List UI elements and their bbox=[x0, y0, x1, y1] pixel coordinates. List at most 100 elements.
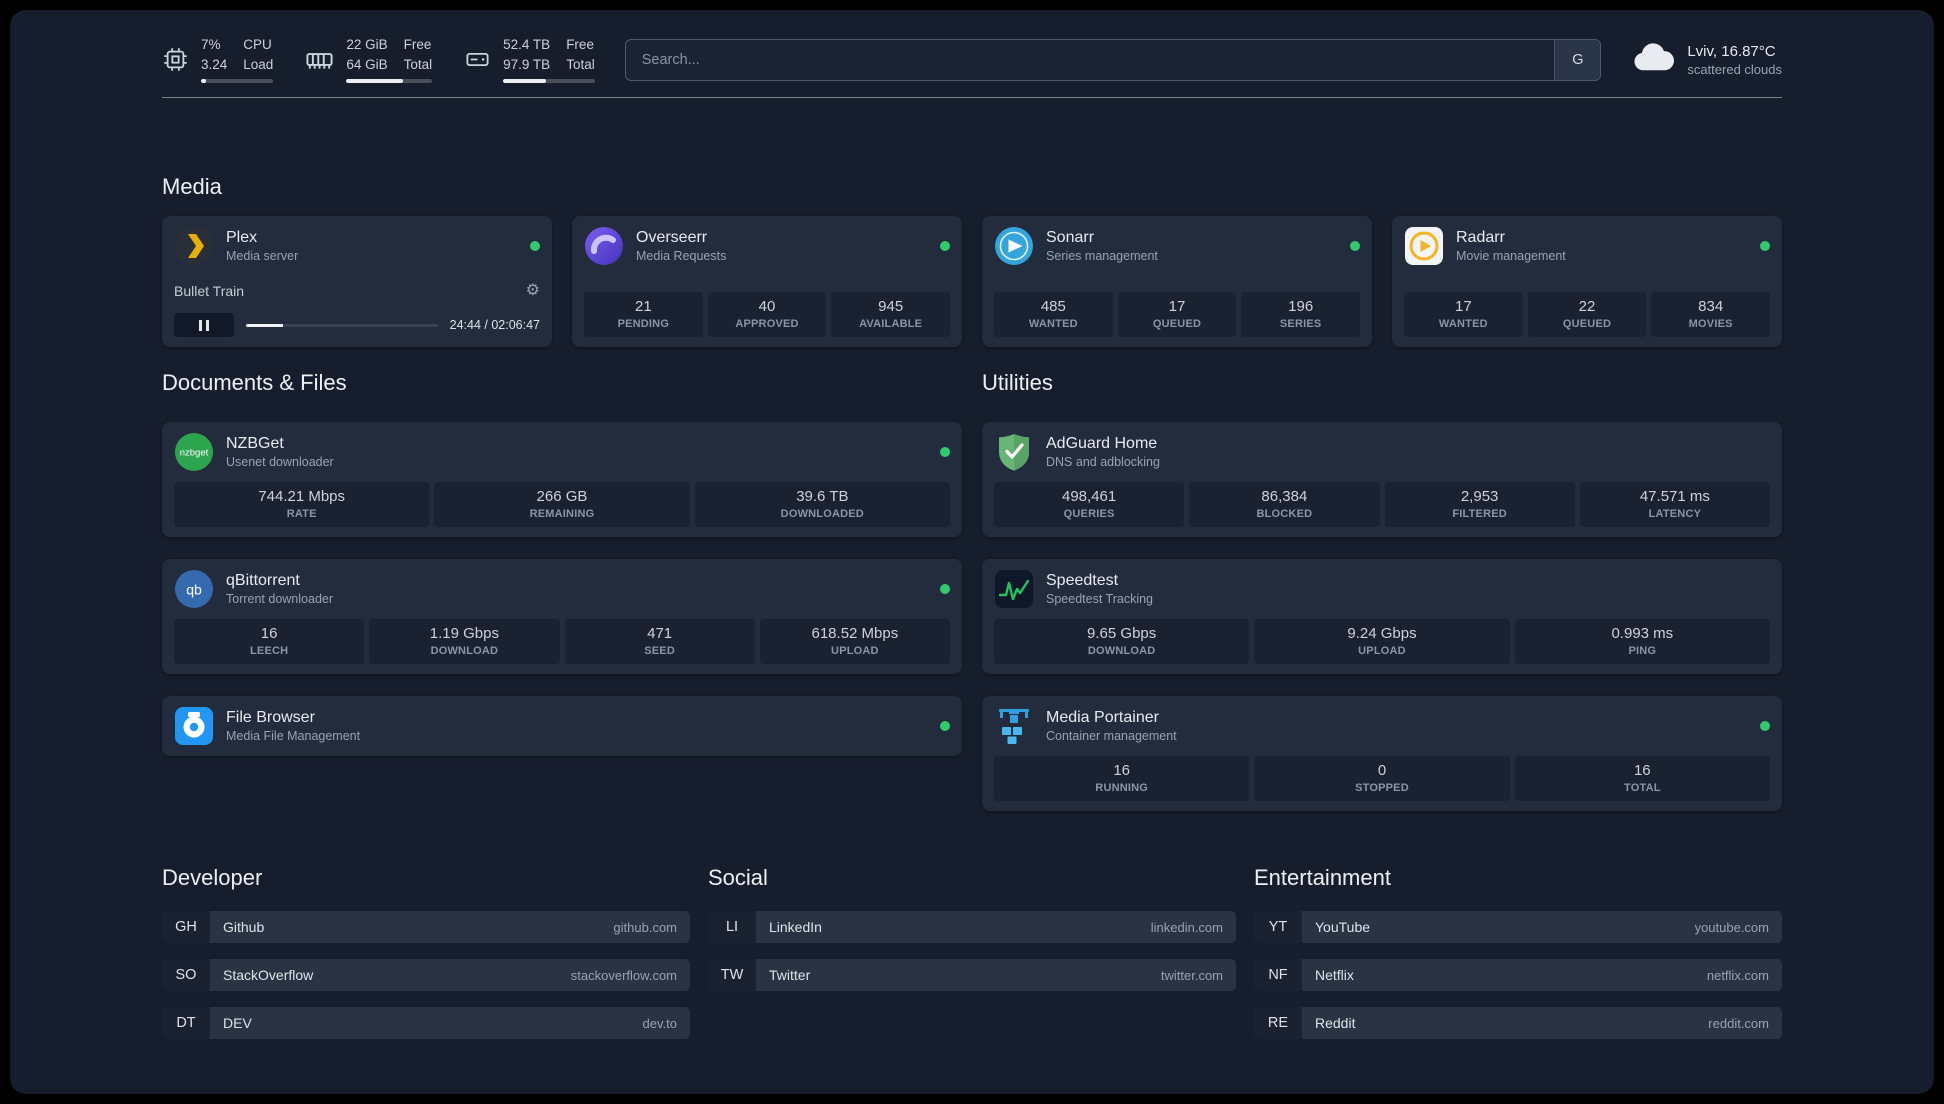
topbar: 7% 3.24 CPU Load 22 GiB 64 GiB Free Tota… bbox=[162, 36, 1782, 84]
service-desc: Usenet downloader bbox=[226, 455, 334, 470]
resource-widgets: 7% 3.24 CPU Load 22 GiB 64 GiB Free Tota… bbox=[162, 36, 595, 84]
bookmark-linkedin[interactable]: LI LinkedIn linkedin.com bbox=[708, 911, 1236, 944]
service-name: Sonarr bbox=[1046, 229, 1095, 247]
stat-tile: 485 WANTED bbox=[994, 292, 1113, 338]
service-name: Radarr bbox=[1456, 229, 1505, 247]
status-dot bbox=[1760, 721, 1770, 732]
search-provider-button[interactable]: G bbox=[1554, 39, 1601, 80]
speedtest-icon bbox=[994, 569, 1034, 609]
stat-tile: 16 RUNNING bbox=[994, 756, 1250, 802]
utilities-column: Utilities AdGuard Home DNS and adblockin… bbox=[982, 370, 1782, 812]
playback-progress-fill bbox=[246, 323, 284, 327]
service-desc: Movie management bbox=[1456, 249, 1566, 264]
bookmark-github[interactable]: GH Github github.com bbox=[162, 911, 690, 944]
stat-tile: 9.65 Gbps DOWNLOAD bbox=[994, 619, 1250, 665]
nzbget-card[interactable]: nzbget NZBGet Usenet downloader 744.21 M… bbox=[162, 422, 962, 538]
adguard-stats: 498,461 QUERIES 86,384 BLOCKED 2,953 FILTER… bbox=[994, 482, 1770, 528]
status-dot bbox=[940, 721, 950, 732]
service-name: qBittorrent bbox=[226, 572, 300, 590]
cloud-icon bbox=[1631, 42, 1675, 78]
stat-tile: 266 GB REMAINING bbox=[434, 482, 690, 528]
service-name: Speedtest bbox=[1046, 572, 1119, 590]
cpu-values: 7% 3.24 bbox=[201, 37, 228, 72]
settings-gear-icon[interactable]: ⚙ bbox=[526, 282, 540, 299]
topbar-divider bbox=[162, 97, 1782, 99]
portainer-card[interactable]: Media Portainer Container management 16 R… bbox=[982, 696, 1782, 812]
bookmark-youtube[interactable]: YT YouTube youtube.com bbox=[1254, 911, 1782, 944]
playback-progress-bar bbox=[246, 323, 438, 327]
service-desc: Series management bbox=[1046, 249, 1158, 264]
radarr-stats: 17 WANTED 22 QUEUED 834 MOVIES bbox=[1404, 292, 1771, 338]
service-desc: Torrent downloader bbox=[226, 592, 334, 607]
stat-tile: 21 PENDING bbox=[584, 292, 703, 338]
qbittorrent-stats: 16 LEECH 1.19 Gbps DOWNLOAD 471 SEED 618.52… bbox=[174, 619, 950, 665]
overseerr-card[interactable]: Overseerr Media Requests 21 PENDING 40 APP… bbox=[572, 216, 962, 348]
disk-labels: Free Total bbox=[566, 37, 595, 72]
service-name: Plex bbox=[226, 229, 258, 247]
stat-tile: 744.21 Mbps RATE bbox=[174, 482, 430, 528]
sonarr-stats: 485 WANTED 17 QUEUED 196 SERIES bbox=[994, 292, 1361, 338]
stat-tile: 22 QUEUED bbox=[1527, 292, 1647, 338]
media-player: 24:44 / 02:06:47 bbox=[174, 313, 540, 338]
speedtest-card[interactable]: Speedtest Speedtest Tracking 9.65 Gbps DO… bbox=[982, 559, 1782, 675]
bookmark-dev[interactable]: DT DEV dev.to bbox=[162, 1007, 690, 1040]
media-grid: Plex Media server Bullet Train ⚙ 24:44 /… bbox=[162, 216, 1782, 348]
cpu-usage-fill bbox=[201, 79, 207, 84]
bookmark-stackoverflow[interactable]: SO StackOverflow stackoverflow.com bbox=[162, 959, 690, 992]
radarr-card[interactable]: Radarr Movie management 17 WANTED 22 QUEUE… bbox=[1392, 216, 1782, 348]
status-dot bbox=[940, 241, 950, 252]
disk-widget: 52.4 TB 97.9 TB Free Total bbox=[464, 36, 595, 84]
weather-condition: scattered clouds bbox=[1687, 61, 1782, 77]
developer-column: Developer GH Github github.com SO StackOv… bbox=[162, 865, 690, 1055]
bookmark-twitter[interactable]: TW Twitter twitter.com bbox=[708, 959, 1236, 992]
disk-usage-bar bbox=[503, 79, 595, 84]
cpu-icon bbox=[162, 46, 189, 73]
status-dot bbox=[940, 584, 950, 595]
stat-tile: 47.571 ms LATENCY bbox=[1579, 482, 1770, 528]
status-dot bbox=[940, 447, 950, 458]
portainer-stats: 16 RUNNING 0 STOPPED 16 TOTAL bbox=[994, 756, 1770, 802]
bookmarks-section: Developer GH Github github.com SO StackOv… bbox=[162, 865, 1782, 1085]
service-desc: DNS and adblocking bbox=[1046, 455, 1160, 470]
filebrowser-card[interactable]: File Browser Media File Management bbox=[162, 696, 962, 757]
cpu-usage-bar bbox=[201, 79, 274, 84]
stat-tile: 9.24 Gbps UPLOAD bbox=[1254, 619, 1510, 665]
plex-card[interactable]: Plex Media server Bullet Train ⚙ 24:44 /… bbox=[162, 216, 552, 348]
section-title-media: Media bbox=[162, 174, 222, 200]
overseerr-stats: 21 PENDING 40 APPROVED 945 AVAILABLE bbox=[584, 292, 951, 338]
memory-values: 22 GiB 64 GiB bbox=[346, 37, 388, 72]
stat-tile: 0.993 ms PING bbox=[1514, 619, 1770, 665]
search-input[interactable] bbox=[625, 39, 1555, 80]
bookmark-reddit[interactable]: RE Reddit reddit.com bbox=[1254, 1007, 1782, 1040]
weather-widget: Lviv, 16.87°C scattered clouds bbox=[1631, 42, 1782, 78]
stat-tile: 40 APPROVED bbox=[707, 292, 827, 338]
cpu-widget: 7% 3.24 CPU Load bbox=[162, 36, 274, 84]
now-playing-title: Bullet Train bbox=[174, 282, 245, 299]
stat-tile: 1.19 Gbps DOWNLOAD bbox=[369, 619, 560, 665]
adguard-card[interactable]: AdGuard Home DNS and adblocking 498,461 Q… bbox=[982, 422, 1782, 538]
portainer-icon bbox=[994, 706, 1034, 746]
stat-tile: 0 STOPPED bbox=[1254, 756, 1510, 802]
plex-icon bbox=[174, 226, 214, 266]
stat-tile: 16 LEECH bbox=[174, 619, 365, 665]
stat-tile: 16 TOTAL bbox=[1514, 756, 1770, 802]
memory-usage-fill bbox=[346, 79, 403, 84]
stat-tile: 498,461 QUERIES bbox=[994, 482, 1185, 528]
service-name: AdGuard Home bbox=[1046, 435, 1158, 453]
memory-widget: 22 GiB 64 GiB Free Total bbox=[305, 36, 433, 84]
memory-labels: Free Total bbox=[403, 37, 433, 72]
qbittorrent-card[interactable]: qb qBittorrent Torrent downloader 16 LEEC… bbox=[162, 559, 962, 675]
status-dot bbox=[1350, 241, 1360, 252]
service-desc: Media server bbox=[226, 249, 299, 264]
service-desc: Container management bbox=[1046, 729, 1177, 744]
service-name: NZBGet bbox=[226, 435, 284, 453]
weather-location: Lviv, 16.87°C bbox=[1687, 42, 1776, 60]
stat-tile: 17 QUEUED bbox=[1117, 292, 1237, 338]
entertainment-column: Entertainment YT YouTube youtube.com NF N… bbox=[1254, 865, 1782, 1055]
pause-button[interactable] bbox=[174, 313, 234, 338]
status-dot bbox=[1760, 241, 1770, 252]
bookmark-netflix[interactable]: NF Netflix netflix.com bbox=[1254, 959, 1782, 992]
svg-text:nzbget: nzbget bbox=[180, 448, 209, 459]
status-dot bbox=[530, 241, 540, 252]
sonarr-card[interactable]: Sonarr Series management 485 WANTED 17 QUE… bbox=[982, 216, 1372, 348]
